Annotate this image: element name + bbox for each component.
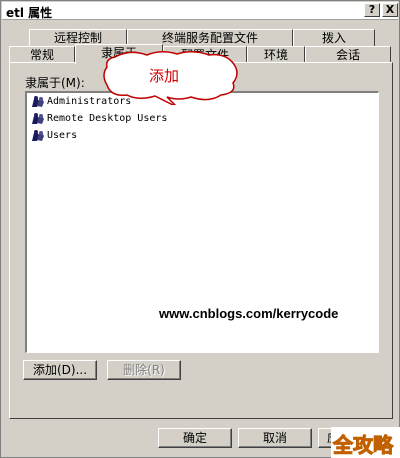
title-bar: etl 属性 ? X (2, 2, 398, 20)
window-title: etl 属性 (6, 6, 53, 20)
group-name: Users (47, 130, 78, 141)
properties-dialog: etl 属性 ? X 远程控制 终端服务配置文件 拨入 常规 隶属于 配置文件 … (0, 0, 400, 458)
help-button[interactable]: ? (364, 3, 380, 17)
watermark-url: www.cnblogs.com/kerrycode (159, 306, 339, 321)
group-name: Remote Desktop Users (47, 113, 168, 124)
list-item[interactable]: Remote Desktop Users (27, 110, 378, 127)
cancel-button[interactable]: 取消 (238, 428, 312, 448)
ok-button[interactable]: 确定 (158, 428, 232, 448)
callout-text: 添加 (149, 67, 180, 85)
list-item[interactable]: Users (27, 127, 378, 144)
tab-dial-in[interactable]: 拨入 (293, 29, 375, 47)
add-button[interactable]: 添加(D)... (23, 360, 97, 380)
close-button[interactable]: X (382, 3, 398, 17)
group-icon (32, 129, 44, 141)
group-icon (32, 95, 44, 107)
group-icon (32, 112, 44, 124)
site-logo: 全攻略 (333, 433, 394, 458)
remove-button[interactable]: 删除(R) (107, 360, 181, 380)
member-of-label: 隶属于(M): (25, 76, 85, 90)
